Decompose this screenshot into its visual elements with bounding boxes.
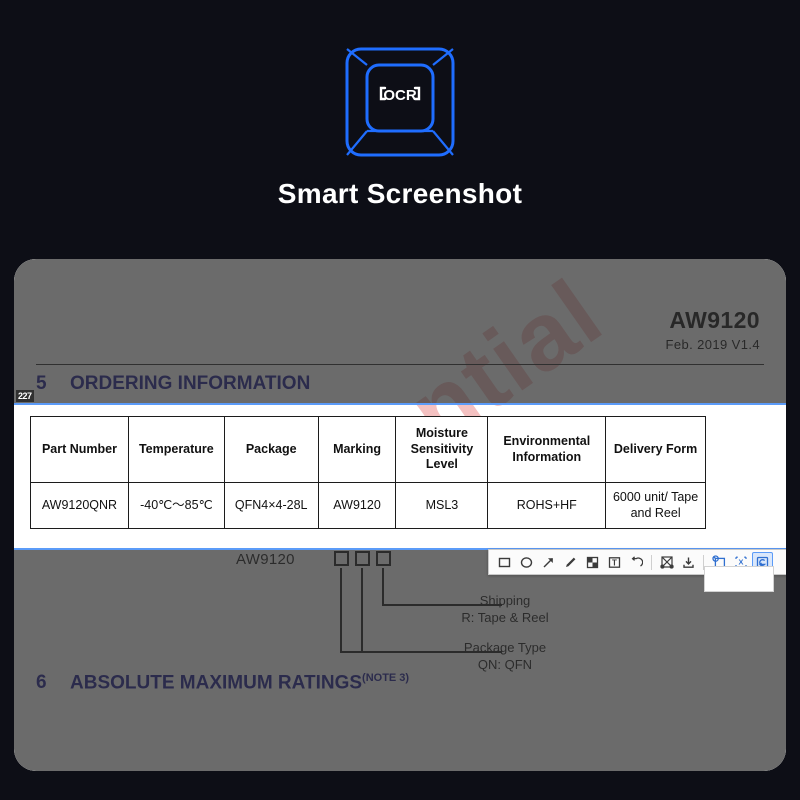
selection-size-badge: 227 [16, 390, 34, 402]
callout-detail: R: Tape & Reel [461, 609, 549, 625]
cell-package: QFN4×4-28L [223, 482, 319, 529]
mosaic-icon [586, 556, 599, 568]
leader-line-shipping-vertical [382, 568, 384, 604]
cell-delivery-form: 6000 unit/ Tape and Reel [605, 482, 706, 529]
column-header-environmental: Environmental Information [487, 416, 607, 483]
column-header-delivery-form: Delivery Form [605, 416, 706, 483]
cell-environmental: ROHS+HF [487, 482, 607, 529]
download-icon [683, 557, 694, 568]
pencil-tool-button[interactable] [560, 552, 581, 573]
arrow-icon [543, 557, 553, 567]
decode-box-2 [355, 551, 370, 566]
ocr-result-popup[interactable] [704, 566, 774, 592]
ellipse-icon [520, 556, 533, 568]
svg-text:T: T [612, 558, 617, 567]
scissors-icon [659, 556, 674, 569]
decode-callout-shipping: Shipping R: Tape & Reel [432, 593, 578, 626]
hero-banner: OCR Smart Screenshot [0, 0, 800, 256]
decode-callout-package-type: Package Type QN: QFN [432, 640, 578, 673]
text-tool-button[interactable]: T [604, 552, 625, 573]
decode-box-1 [334, 551, 349, 566]
section-note: (NOTE 3) [362, 672, 410, 684]
section-heading-absolute-maximum-ratings: 6 ABSOLUTE MAXIMUM RATINGS(NOTE 3) [36, 672, 409, 694]
column-header-package: Package [223, 416, 319, 483]
column-header-temperature: Temperature [127, 416, 225, 483]
cell-part-number: AW9120QNR [30, 482, 129, 529]
document-part-name: AW9120 [669, 307, 760, 333]
callout-title: Package Type [463, 640, 547, 655]
header-divider [36, 364, 764, 365]
ellipse-tool-button[interactable] [516, 552, 537, 573]
cell-temperature: -40℃～85℃ [127, 482, 225, 529]
section-number: 5 [36, 373, 47, 394]
cell-moisture-level: MSL3 [395, 482, 489, 529]
column-header-moisture-level: Moisture Sensitivity Level [395, 416, 489, 483]
mosaic-tool-button[interactable] [582, 552, 603, 573]
decode-base-label: AW9120 [236, 551, 295, 568]
ocr-keycap-icon: OCR [345, 47, 455, 157]
screenshot-card[interactable]: ential AW9120 Feb. 2019 V1.4 5 ORDERING I… [14, 259, 786, 771]
table-header-row: Part Number Temperature Package Marking … [30, 416, 706, 483]
text-icon: T [608, 556, 621, 568]
cell-marking: AW9120 [317, 482, 397, 529]
crop-tool-button[interactable] [656, 552, 677, 573]
logo-ocr-label: OCR [383, 87, 417, 104]
datasheet-page: ential AW9120 Feb. 2019 V1.4 5 ORDERING I… [14, 259, 786, 771]
undo-tool-button[interactable] [626, 552, 647, 573]
column-header-marking: Marking [317, 416, 397, 483]
ordering-information-table: Part Number Temperature Package Marking … [30, 416, 706, 529]
toolbar-separator-1 [651, 554, 652, 570]
pencil-icon [566, 557, 576, 567]
arrow-tool-button[interactable] [538, 552, 559, 573]
section-number: 6 [36, 672, 47, 694]
rectangle-icon [498, 557, 511, 567]
save-tool-button[interactable] [678, 552, 699, 573]
table-row: AW9120QNR -40℃～85℃ QFN4×4-28L AW9120 MSL… [30, 482, 706, 529]
leader-line-package-vertical-a [340, 568, 342, 653]
callout-title: Shipping [479, 593, 531, 608]
close-icon [786, 555, 787, 570]
undo-icon [631, 555, 643, 567]
document-revision: Feb. 2019 V1.4 [665, 337, 760, 352]
document-header: AW9120 Feb. 2019 V1.4 [666, 307, 761, 352]
callout-detail: QN: QFN [477, 656, 533, 672]
decode-box-3 [376, 551, 391, 566]
section-title: ABSOLUTE MAXIMUM RATINGS [70, 672, 363, 694]
leader-line-package-vertical-b [361, 568, 363, 653]
app-title: Smart Screenshot [277, 178, 523, 209]
section-title: ORDERING INFORMATION [70, 373, 311, 394]
column-header-part-number: Part Number [30, 416, 129, 483]
section-heading-ordering-information: 5 ORDERING INFORMATION [36, 373, 310, 395]
cancel-button[interactable] [782, 552, 786, 573]
app-logo: OCR [340, 42, 460, 162]
rectangle-tool-button[interactable] [494, 552, 515, 573]
